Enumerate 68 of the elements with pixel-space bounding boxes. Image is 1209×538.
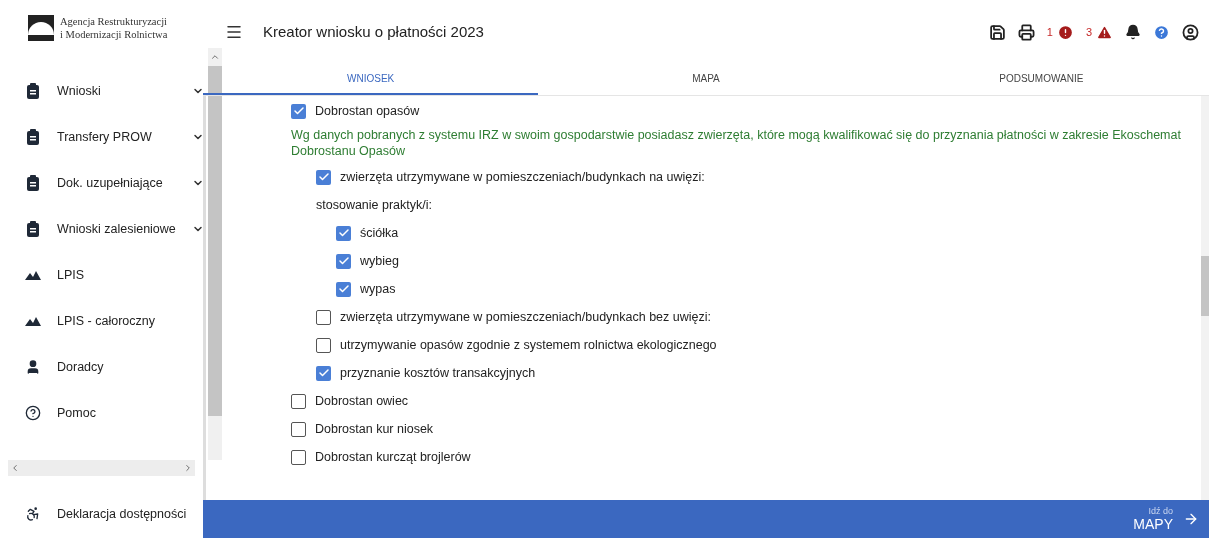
option-label: ściółka xyxy=(360,224,399,242)
arrow-right-icon xyxy=(1183,511,1199,527)
horizontal-scrollbar[interactable] xyxy=(8,460,195,476)
tab[interactable]: WNIOSEK xyxy=(203,64,539,95)
checkbox[interactable] xyxy=(316,337,331,353)
print-icon[interactable] xyxy=(1017,23,1035,41)
clipboard-icon xyxy=(26,175,40,191)
tab[interactable]: MAPA xyxy=(538,64,874,95)
error-count: 1 xyxy=(1046,24,1053,40)
checkbox[interactable] xyxy=(316,169,331,185)
sidebar-item[interactable]: Dok. uzupełniające xyxy=(25,160,208,206)
sidebar-item[interactable]: LPIS xyxy=(25,252,208,298)
save-icon[interactable] xyxy=(988,23,1006,41)
account-icon[interactable] xyxy=(1182,23,1199,41)
option-label: wybieg xyxy=(360,252,399,270)
sidebar-item[interactable]: Transfery PROW xyxy=(25,114,208,160)
sidebar-item[interactable]: Wnioski zalesieniowe xyxy=(25,206,208,252)
option-label: Dobrostan kur niosek xyxy=(315,420,434,438)
option-label: zwierzęta utrzymywane w pomieszczeniach/budynkach bez uwięzi: xyxy=(340,308,711,326)
checkbox[interactable] xyxy=(336,225,351,241)
checkbox[interactable] xyxy=(336,281,351,297)
scroll-left-icon[interactable] xyxy=(10,463,20,473)
help-icon[interactable] xyxy=(1153,23,1170,41)
scrollbar[interactable] xyxy=(207,48,222,460)
agency-name: Agencja Restrukturyzacji xyxy=(60,15,168,28)
checkbox[interactable] xyxy=(291,393,306,409)
checkbox[interactable] xyxy=(291,449,306,465)
mountains-icon xyxy=(25,316,41,326)
scrollbar[interactable] xyxy=(1201,96,1209,500)
option-label: przyznanie kosztów transakcyjnych xyxy=(340,364,536,382)
logo-icon xyxy=(28,15,54,41)
sidebar-item[interactable]: Doradcy xyxy=(25,344,208,390)
sidebar-item[interactable]: Deklaracja dostępności xyxy=(0,490,203,538)
page-title: Kreator wniosku o płatności 2023 xyxy=(263,21,485,42)
person-icon xyxy=(25,359,41,375)
agency-name: i Modernizacji Rolnictwa xyxy=(60,28,168,41)
go-to-map-bar[interactable]: Idź do MAPY xyxy=(203,500,1209,538)
scroll-right-icon[interactable] xyxy=(183,463,193,473)
clipboard-icon xyxy=(26,129,40,145)
menu-icon[interactable] xyxy=(225,23,243,41)
warning-icon[interactable] xyxy=(1096,23,1113,41)
clipboard-icon xyxy=(26,83,40,99)
checkbox[interactable] xyxy=(316,309,331,325)
help-icon xyxy=(25,405,41,421)
option-label: zwierzęta utrzymywane w pomieszczeniach/budynkach na uwięzi: xyxy=(340,168,705,186)
sidebar-item[interactable]: Pomoc xyxy=(25,390,208,436)
practices-label: stosowanie praktyk/i: xyxy=(316,196,433,214)
checkbox[interactable] xyxy=(291,421,306,437)
scroll-up-icon[interactable] xyxy=(209,52,220,62)
option-label: Dobrostan owiec xyxy=(315,392,409,410)
go-to-target: MAPY xyxy=(1133,516,1173,532)
go-to-hint: Idź do xyxy=(1148,506,1173,516)
checkbox[interactable] xyxy=(291,103,306,119)
clipboard-icon xyxy=(26,221,40,237)
bell-icon[interactable] xyxy=(1125,24,1141,40)
checkbox[interactable] xyxy=(336,253,351,269)
checkbox[interactable] xyxy=(316,365,331,381)
option-label: wypas xyxy=(360,280,396,298)
option-label: Dobrostan kurcząt brojlerów xyxy=(315,448,471,466)
error-icon[interactable] xyxy=(1056,23,1074,41)
sidebar-item[interactable]: LPIS - całoroczny xyxy=(25,298,208,344)
warning-count: 3 xyxy=(1085,24,1092,40)
option-label: Dobrostan opasów xyxy=(315,102,420,120)
accessibility-icon xyxy=(25,506,41,522)
tab[interactable]: PODSUMOWANIE xyxy=(873,64,1209,95)
info-note: Wg danych pobranych z systemu IRZ w swoim gospodarstwie posiadasz zwierzęta, które mogą kwalifikować się do przyznania płatności w zakresie Ekoschemat Dobrostanu Opasów xyxy=(291,127,1182,159)
mountains-icon xyxy=(25,270,41,280)
option-label: utrzymywanie opasów zgodnie z systemem rolnictwa ekologicznego xyxy=(340,336,717,354)
